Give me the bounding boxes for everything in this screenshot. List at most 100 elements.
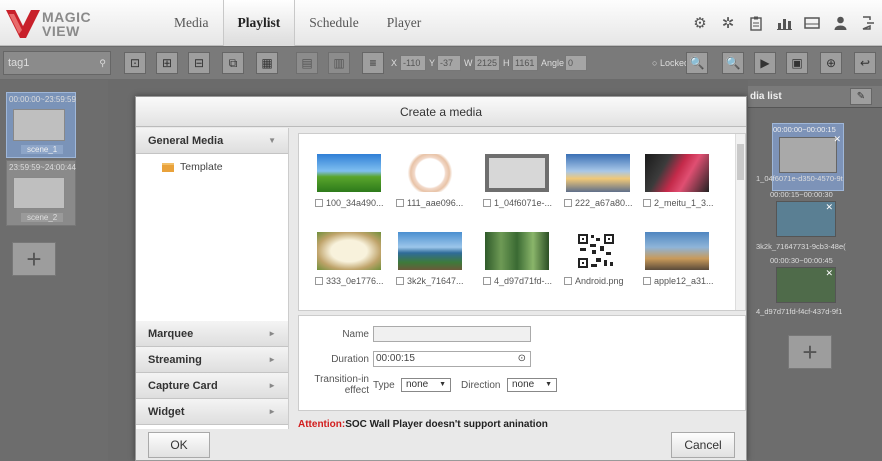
media-checkbox[interactable] (396, 277, 404, 285)
close-icon[interactable]: ✕ (833, 134, 841, 145)
user-icon[interactable] (830, 13, 850, 33)
dropdown-arrow-icon: ▼ (545, 381, 552, 388)
duration-input[interactable]: 00:00:15 ⊙ (373, 351, 531, 367)
create-media-dialog: Create a media General Media ▼ Template … (135, 96, 747, 461)
media-checkbox[interactable] (483, 277, 491, 285)
add-window-icon[interactable]: ⊡ (124, 52, 146, 74)
scene-time: 00:00:00~23:59:59 (9, 95, 76, 104)
type-select[interactable]: none ▼ (401, 378, 451, 392)
top-icon-bar: ⚙ ✲ (690, 0, 882, 46)
phones-thumbnail (645, 154, 709, 192)
tab-player[interactable]: Player (373, 0, 436, 46)
edit-icon[interactable]: ✎ (850, 88, 872, 105)
media-item[interactable]: apple12_a31... (643, 232, 725, 302)
clipboard-icon[interactable] (746, 13, 766, 33)
landscape-thumbnail (317, 154, 381, 192)
h-field[interactable]: 1161 (512, 55, 538, 71)
play-icon[interactable]: ▶ (754, 52, 776, 74)
w-field[interactable]: 2125 (474, 55, 500, 71)
media-checkbox[interactable] (643, 277, 651, 285)
scene-time: 23:59:59~24:00:44 (9, 163, 76, 172)
coast-thumbnail (398, 232, 462, 270)
type-select-value: none (406, 379, 429, 390)
media-checkbox[interactable] (643, 199, 651, 207)
edit-toolbar: tag1 ⚲ ⊡ ⊞ ⊟ ⧉ ▦ ▤ ▥ ≡ X -110 Y -37 W 21… (0, 47, 882, 79)
settings-icon[interactable]: ✲ (718, 13, 738, 33)
add-image-window-icon[interactable]: ⊟ (188, 52, 210, 74)
zoom-in-icon[interactable]: 🔍 (686, 52, 708, 74)
close-icon[interactable]: ✕ (825, 268, 833, 279)
align-icon[interactable]: ▤ (296, 52, 318, 74)
media-checkbox[interactable] (315, 277, 323, 285)
scrollbar-thumb[interactable] (737, 144, 744, 180)
media-checkbox[interactable] (396, 199, 404, 207)
media-grid-scrollbar[interactable] (735, 134, 745, 310)
save-icon[interactable]: ▣ (786, 52, 808, 74)
chevron-down-icon: ▼ (268, 136, 276, 145)
media-item[interactable]: 1_04f6071e-... (483, 154, 565, 224)
media-list-header: dia list ✎ (748, 86, 882, 108)
cancel-button[interactable]: Cancel (671, 432, 735, 458)
media-item[interactable]: 333_0e1776... (315, 232, 397, 302)
category-streaming[interactable]: Streaming ► (136, 347, 288, 373)
category-widget[interactable]: Widget ► (136, 399, 288, 425)
locked-checkbox[interactable]: ○ Locked (652, 55, 689, 71)
tag-select-value: tag1 (8, 57, 30, 69)
scene-card-2[interactable]: 23:59:59~24:00:44 scene_2 (6, 160, 76, 226)
add-media-button[interactable]: + (788, 335, 832, 369)
close-icon[interactable]: ✕ (825, 202, 833, 213)
distribute-icon[interactable]: ▥ (328, 52, 350, 74)
category-general-media[interactable]: General Media ▼ (136, 128, 288, 154)
media-item[interactable]: 3k2k_71647... (396, 232, 478, 302)
publish-icon[interactable]: ⊕ (820, 52, 842, 74)
direction-select-value: none (512, 379, 535, 390)
media-name: 100_34a490... (326, 198, 384, 208)
clock-icon[interactable]: ⊙ (518, 352, 526, 366)
media-item[interactable]: 2_meitu_1_3... (643, 154, 725, 224)
category-marquee[interactable]: Marquee ► (136, 321, 288, 347)
x-field[interactable]: -110 (400, 55, 426, 71)
angle-field[interactable]: 0 (565, 55, 587, 71)
media-item[interactable]: 111_aae096... (396, 154, 478, 224)
add-scene-button[interactable]: + (12, 242, 56, 276)
template-folder[interactable]: Template (162, 161, 223, 173)
name-input[interactable] (373, 326, 531, 342)
media-checkbox[interactable] (564, 199, 572, 207)
scene-name: scene_1 (21, 145, 64, 154)
layer-icon[interactable]: ≡ (362, 52, 384, 74)
media-item[interactable]: 100_34a490... (315, 154, 397, 224)
media-item[interactable]: 4_d97d71fd-... (483, 232, 565, 302)
zoom-out-icon[interactable]: 🔍 (722, 52, 744, 74)
media-checkbox[interactable] (564, 277, 572, 285)
folder-icon (162, 162, 174, 172)
tag-select[interactable]: tag1 ⚲ (3, 51, 111, 75)
scene-thumbnail (13, 177, 65, 209)
media-list-item-2[interactable]: ✕ (776, 201, 836, 237)
media-checkbox[interactable] (483, 199, 491, 207)
direction-select[interactable]: none ▼ (507, 378, 557, 392)
scene-card-1[interactable]: 00:00:00~23:59:59 scene_1 (6, 92, 76, 158)
bar-chart-icon[interactable] (774, 13, 794, 33)
category-capture-card[interactable]: Capture Card ► (136, 373, 288, 399)
app-logo[interactable]: MAGIC VIEW (6, 8, 106, 40)
tab-schedule[interactable]: Schedule (295, 0, 373, 46)
ok-button[interactable]: OK (148, 432, 210, 458)
settings-gear-icon[interactable]: ⚙ (690, 13, 710, 33)
grid-layout-icon[interactable]: ▦ (256, 52, 278, 74)
angle-label: Angle (541, 58, 565, 68)
media-checkbox[interactable] (315, 199, 323, 207)
tab-playlist[interactable]: Playlist (222, 0, 296, 46)
monitor-icon[interactable] (802, 13, 822, 33)
tab-media[interactable]: Media (160, 0, 223, 46)
flower-wreath-thumbnail (398, 154, 462, 192)
media-item[interactable]: Android.png (564, 232, 646, 302)
sunset-thumbnail (566, 154, 630, 192)
logout-icon[interactable] (858, 13, 878, 33)
add-video-window-icon[interactable]: ⊞ (156, 52, 178, 74)
copy-window-icon[interactable]: ⧉ (222, 52, 244, 74)
qr-code-thumbnail (576, 232, 616, 270)
y-field[interactable]: -37 (437, 55, 461, 71)
undo-icon[interactable]: ↩ (854, 52, 876, 74)
media-item[interactable]: 222_a67a80... (564, 154, 646, 224)
media-list-item-3[interactable]: ✕ (776, 267, 836, 303)
